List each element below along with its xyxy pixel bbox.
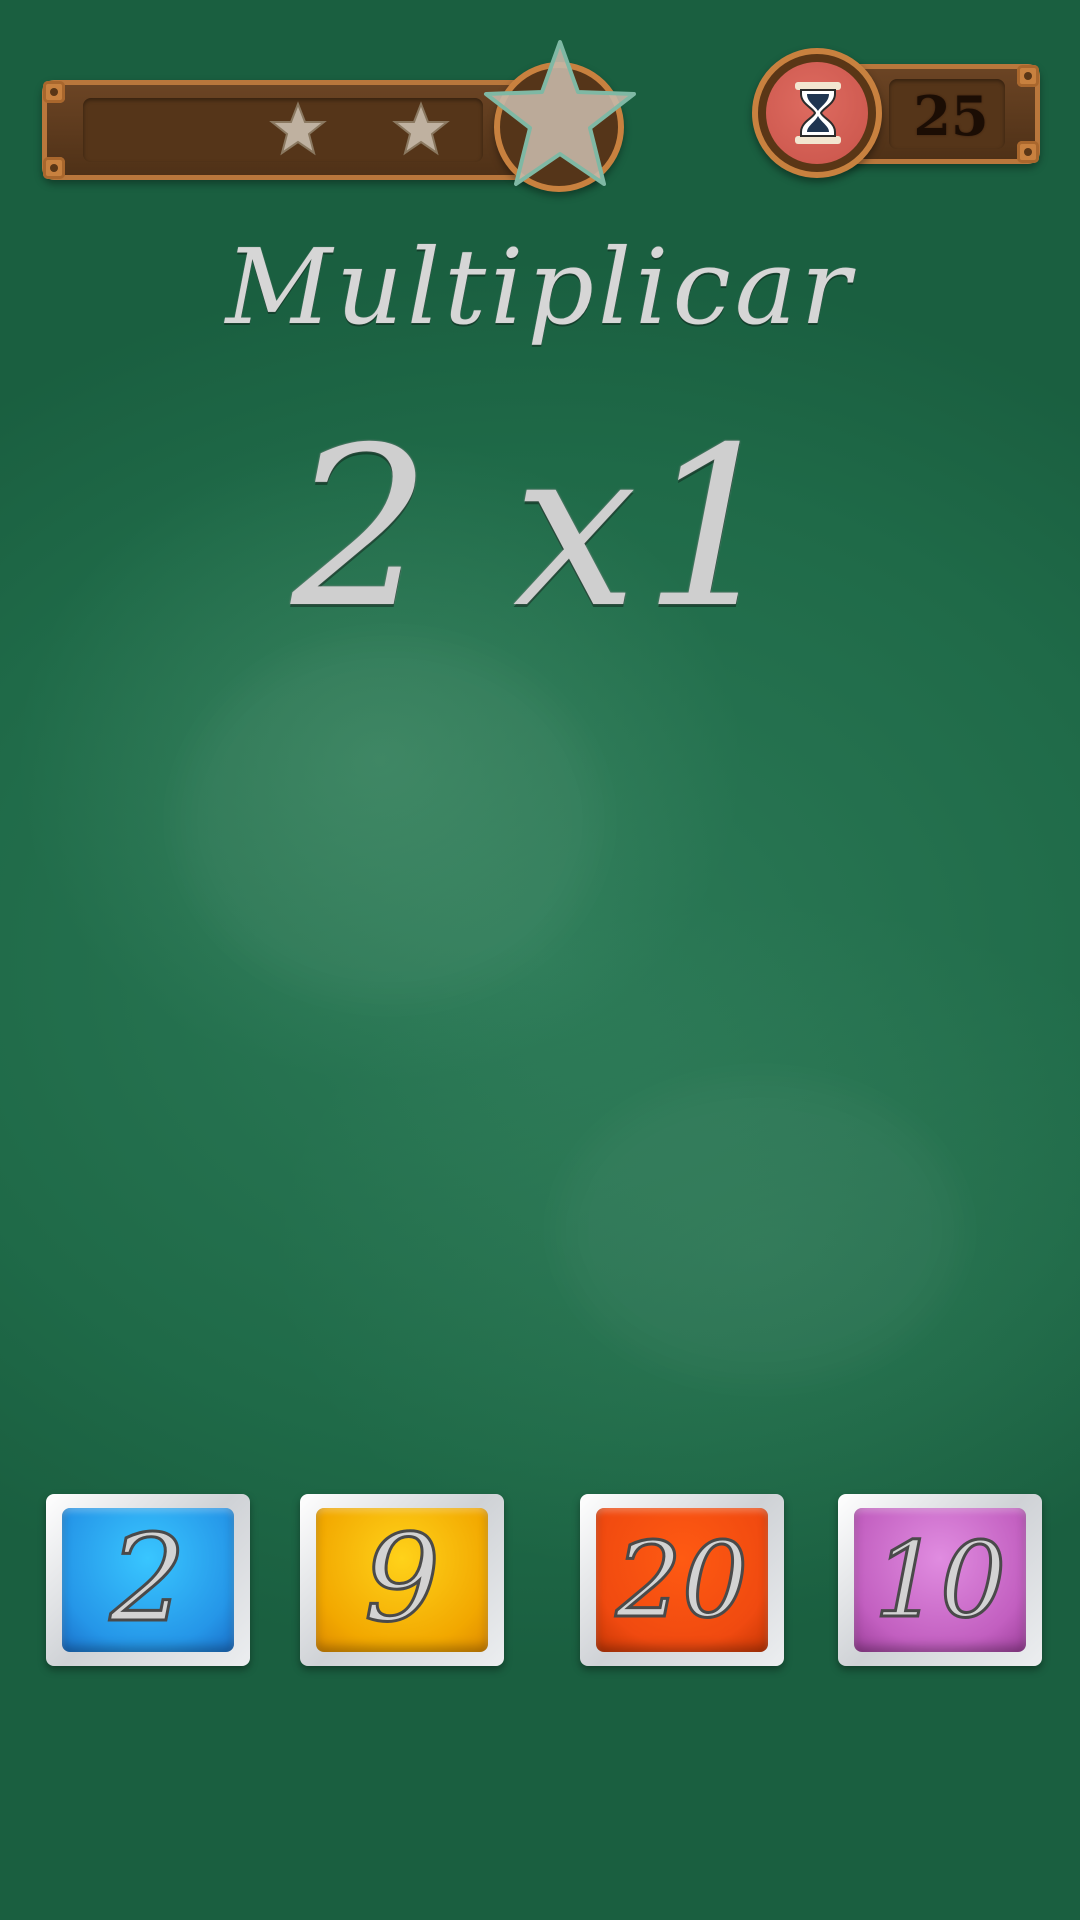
answer-label: 20: [614, 1519, 749, 1641]
game-title: Multiplicar: [225, 226, 855, 348]
hourglass-icon: [795, 82, 841, 144]
answer-button-3[interactable]: 20: [580, 1494, 784, 1666]
answer-face: 9: [316, 1508, 488, 1652]
star-icon: [269, 101, 327, 156]
answer-label: 10: [872, 1519, 1007, 1641]
chalk-smudge: [180, 640, 600, 1000]
star-icon: [392, 101, 450, 156]
answer-face: 10: [854, 1508, 1026, 1652]
answer-button-4[interactable]: 10: [838, 1494, 1042, 1666]
timer-value: 25: [913, 84, 989, 148]
panel-bolt-icon: [43, 157, 65, 179]
big-star-icon: [484, 40, 636, 186]
answer-button-2[interactable]: 9: [300, 1494, 504, 1666]
answer-label: 2: [108, 1510, 187, 1649]
answer-face: 2: [62, 1508, 234, 1652]
equation-text: 2 x1: [291, 400, 789, 656]
answer-label: 9: [362, 1510, 441, 1649]
answer-button-1[interactable]: 2: [46, 1494, 250, 1666]
answer-face: 20: [596, 1508, 768, 1652]
chalk-smudge: [560, 1080, 960, 1380]
panel-bolt-icon: [43, 81, 65, 103]
